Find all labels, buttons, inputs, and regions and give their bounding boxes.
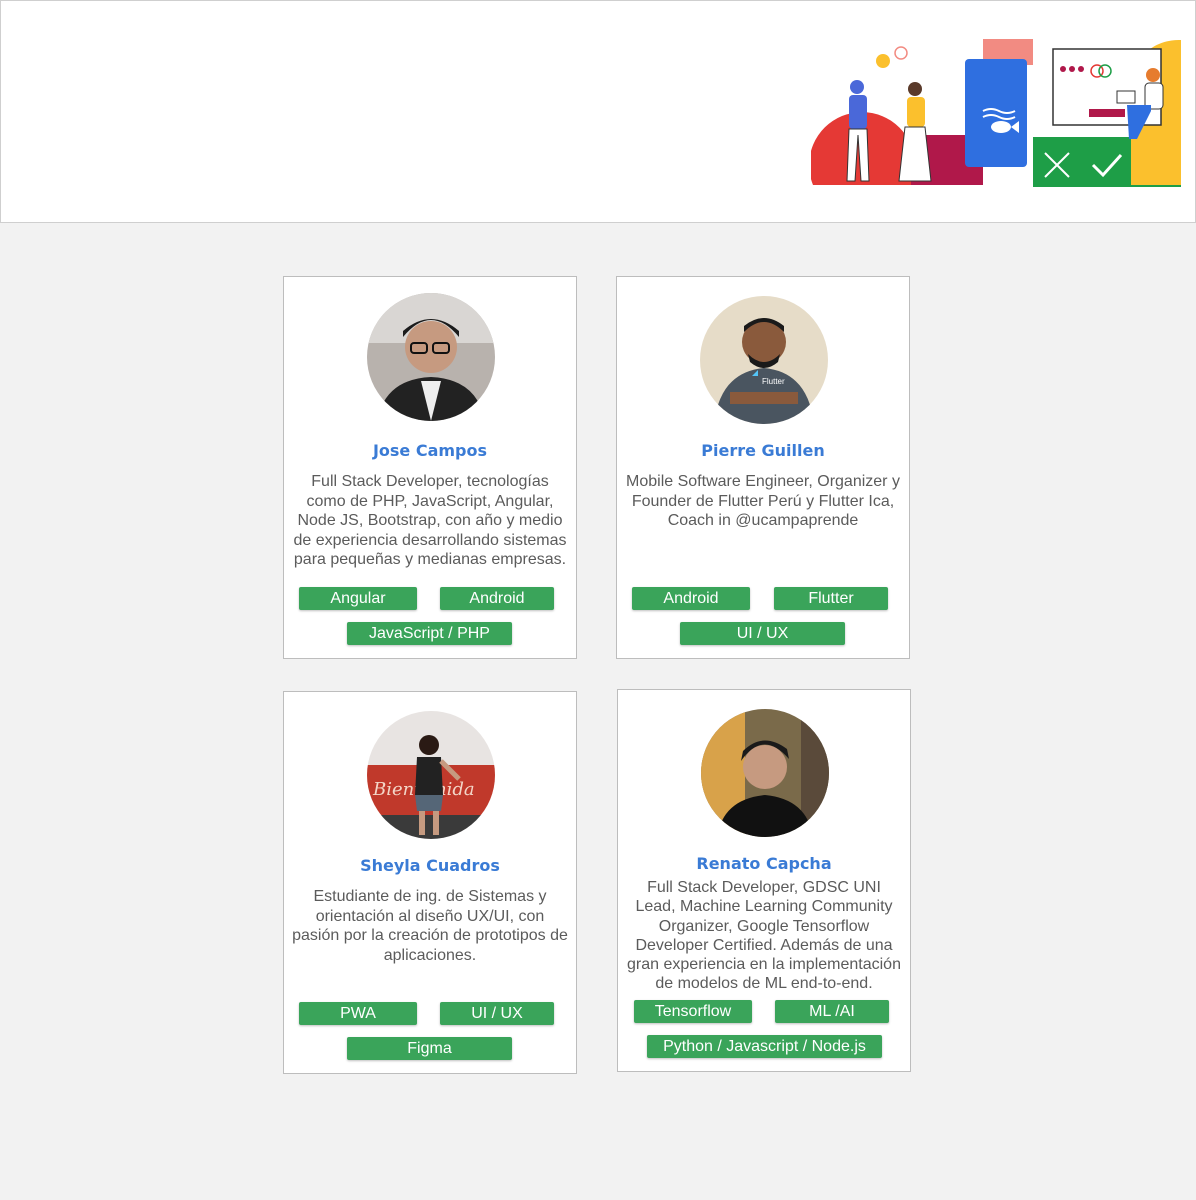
tag-chip: Android: [632, 587, 750, 610]
svg-text:Flutter: Flutter: [762, 377, 785, 386]
member-card-jose-campos: Jose Campos Full Stack Developer, tecnol…: [283, 276, 577, 659]
tag-chip: JavaScript / PHP: [347, 622, 512, 645]
tag-chip: UI / UX: [680, 622, 845, 645]
tag-chip: PWA: [299, 1002, 417, 1025]
tag-chip: Python / Javascript / Node.js: [647, 1035, 882, 1058]
member-name: Renato Capcha: [696, 854, 832, 873]
tag-chip: Figma: [347, 1037, 512, 1060]
member-description: Estudiante de ing. de Sistemas y orienta…: [292, 888, 568, 964]
member-description: Mobile Software Engineer, Organizer y Fo…: [626, 473, 900, 530]
avatar: Flutter: [700, 296, 828, 424]
member-name: Pierre Guillen: [701, 441, 825, 460]
member-card-sheyla-cuadros: Bienvenida Sheyla Cuadros Estudiante de …: [283, 691, 577, 1074]
avatar: Bienvenida: [367, 711, 495, 839]
tag-chip: Flutter: [774, 587, 888, 610]
tag-chip: Android: [440, 587, 554, 610]
avatar: [701, 709, 829, 837]
page-header: [0, 0, 1196, 223]
tag-chip: ML /AI: [775, 1000, 889, 1023]
member-name: Sheyla Cuadros: [360, 856, 500, 875]
teamwork-illustration-icon: [811, 39, 1181, 187]
member-description: Full Stack Developer, GDSC UNI Lead, Mac…: [627, 879, 901, 993]
avatar: [367, 293, 495, 421]
member-card-pierre-guillen: Flutter Pierre Guillen Mobile Software E…: [616, 276, 910, 659]
member-description: Full Stack Developer, tecnologías como d…: [293, 473, 567, 569]
tag-chip: Angular: [299, 587, 417, 610]
member-card-renato-capcha: Renato Capcha Full Stack Developer, GDSC…: [617, 689, 911, 1072]
member-name: Jose Campos: [372, 441, 488, 460]
tag-chip: UI / UX: [440, 1002, 554, 1025]
tag-chip: Tensorflow: [634, 1000, 752, 1023]
